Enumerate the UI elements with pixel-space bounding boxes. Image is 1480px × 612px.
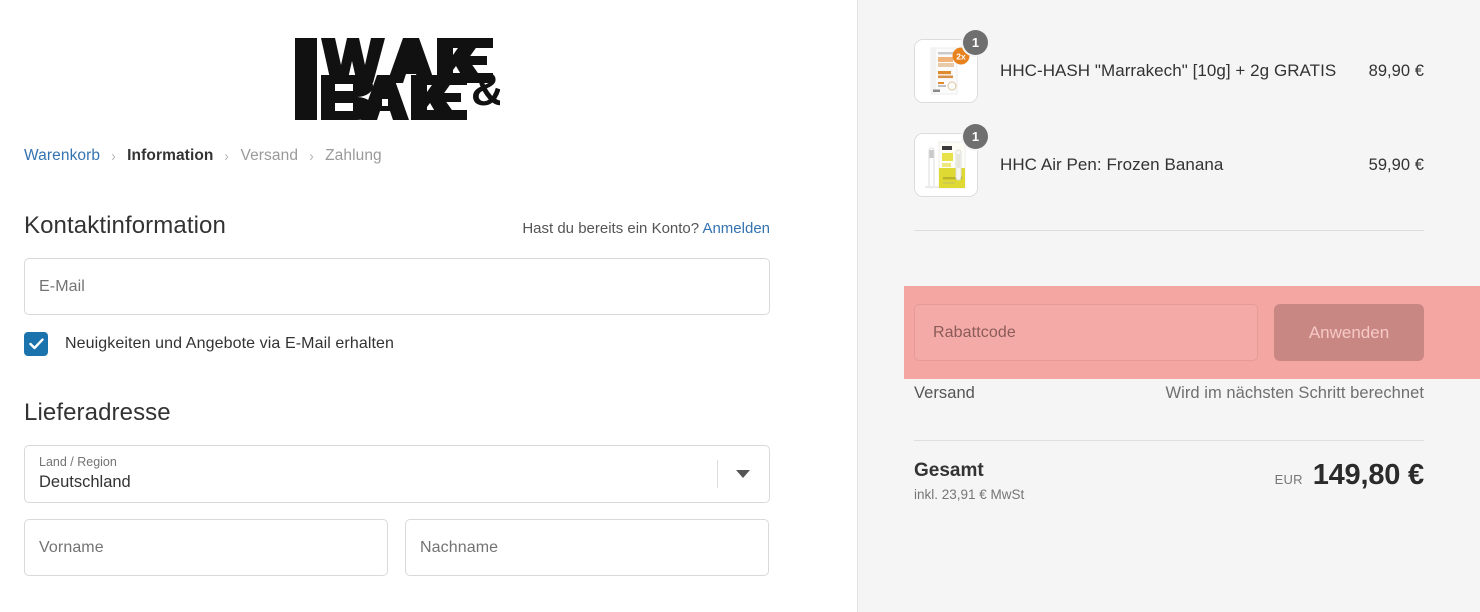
login-link[interactable]: Anmelden xyxy=(702,220,770,237)
breadcrumb-item-versand: Versand xyxy=(240,147,299,164)
shipping-value: Wird im nächsten Schritt berechnet xyxy=(1165,384,1424,402)
grand-total-right: EUR 149,80 € xyxy=(1274,459,1425,492)
grand-total-amount: 149,80 € xyxy=(1312,459,1424,491)
account-question-text: Hast du bereits ein Konto? xyxy=(522,220,700,237)
country-select-label: Land / Region xyxy=(39,454,117,469)
order-item-quantity-badge: 1 xyxy=(963,124,988,149)
order-item-thumbnail-wrap: 2x 1 xyxy=(914,30,988,103)
svg-text:2x: 2x xyxy=(956,52,966,62)
total-row-shipping: Versand Wird im nächsten Schritt berechn… xyxy=(914,384,1424,426)
order-item-thumbnail-wrap: 1 xyxy=(914,124,988,197)
newsletter-checkbox-row[interactable]: Neuigkeiten und Angebote via E-Mail erha… xyxy=(24,331,770,357)
country-select-arrow-wrap[interactable] xyxy=(697,446,769,502)
shipping-label: Versand xyxy=(914,384,975,402)
order-item-title: HHC-HASH "Marrakech" [10g] + 2g GRATIS xyxy=(1000,60,1337,80)
order-item-price: 59,90 € xyxy=(1368,155,1424,174)
contact-section-title: Kontaktinformation xyxy=(24,212,226,239)
name-fields-row: Vorname Nachname xyxy=(24,519,770,576)
lastname-field[interactable]: Nachname xyxy=(405,519,769,576)
shipping-section-header: Lieferadresse xyxy=(24,399,770,427)
order-item-price: 89,90 € xyxy=(1368,61,1424,80)
checkout-page: & Warenkorb › Information › Versand › Za… xyxy=(0,0,1480,612)
breadcrumb-separator-icon: › xyxy=(309,147,314,165)
country-select[interactable]: Land / Region Deutschland xyxy=(24,445,770,503)
breadcrumb-separator-icon: › xyxy=(224,147,230,165)
select-divider xyxy=(716,460,718,488)
firstname-placeholder: Vorname xyxy=(39,538,104,556)
discount-code-placeholder: Rabattcode xyxy=(933,323,1016,341)
grand-total-row: Gesamt inkl. 23,91 € MwSt EUR 149,80 € xyxy=(914,441,1424,502)
lastname-placeholder: Nachname xyxy=(420,538,499,556)
breadcrumb-item-warenkorb[interactable]: Warenkorb xyxy=(24,147,100,165)
wake-and-bake-logo-icon: & xyxy=(294,38,500,120)
firstname-field[interactable]: Vorname xyxy=(24,519,388,576)
newsletter-label: Neuigkeiten und Angebote via E-Mail erha… xyxy=(65,335,395,352)
breadcrumb-item-zahlung: Zahlung xyxy=(325,147,382,164)
grand-total-left: Gesamt inkl. 23,91 € MwSt xyxy=(914,459,1024,502)
grand-total-currency: EUR xyxy=(1274,472,1303,487)
country-select-value: Deutschland xyxy=(39,472,131,491)
svg-text:&: & xyxy=(471,63,500,115)
chevron-down-icon xyxy=(735,470,750,478)
order-item: 2x 1 HHC-HASH "Marrakech" [10g] + 2g GRA… xyxy=(914,24,1424,118)
discount-code-section: Rabattcode Anwenden xyxy=(904,286,1480,379)
shipping-section-title: Lieferadresse xyxy=(24,399,171,426)
email-field[interactable]: E-Mail xyxy=(24,258,770,315)
grand-total-tax-note: inkl. 23,91 € MwSt xyxy=(914,486,1025,502)
store-logo[interactable]: & xyxy=(24,24,770,134)
breadcrumb-item-information[interactable]: Information xyxy=(127,147,213,165)
account-prompt: Hast du bereits ein Konto? Anmelden xyxy=(522,220,770,237)
check-icon xyxy=(28,338,44,350)
breadcrumb: Warenkorb › Information › Versand › Zahl… xyxy=(24,142,770,170)
order-item: 1 HHC Air Pen: Frozen Banana 59,90 € xyxy=(914,118,1424,212)
checkout-main-column: & Warenkorb › Information › Versand › Za… xyxy=(0,0,857,612)
apply-discount-button[interactable]: Anwenden xyxy=(1274,304,1424,361)
newsletter-checkbox[interactable] xyxy=(24,332,48,356)
order-item-quantity-badge: 1 xyxy=(963,30,988,55)
order-summary-column: 2x 1 HHC-HASH "Marrakech" [10g] + 2g GRA… xyxy=(857,0,1480,612)
order-summary-inner: 2x 1 HHC-HASH "Marrakech" [10g] + 2g GRA… xyxy=(858,0,1480,502)
order-item-title: HHC Air Pen: Frozen Banana xyxy=(1000,154,1224,174)
discount-code-input[interactable]: Rabattcode xyxy=(914,304,1258,361)
order-items-list: 2x 1 HHC-HASH "Marrakech" [10g] + 2g GRA… xyxy=(914,0,1424,212)
grand-total-label: Gesamt xyxy=(914,460,984,481)
email-field-placeholder: E-Mail xyxy=(39,277,85,295)
breadcrumb-separator-icon: › xyxy=(111,147,116,165)
contact-section-header: Kontaktinformation Hast du bereits ein K… xyxy=(24,212,770,240)
